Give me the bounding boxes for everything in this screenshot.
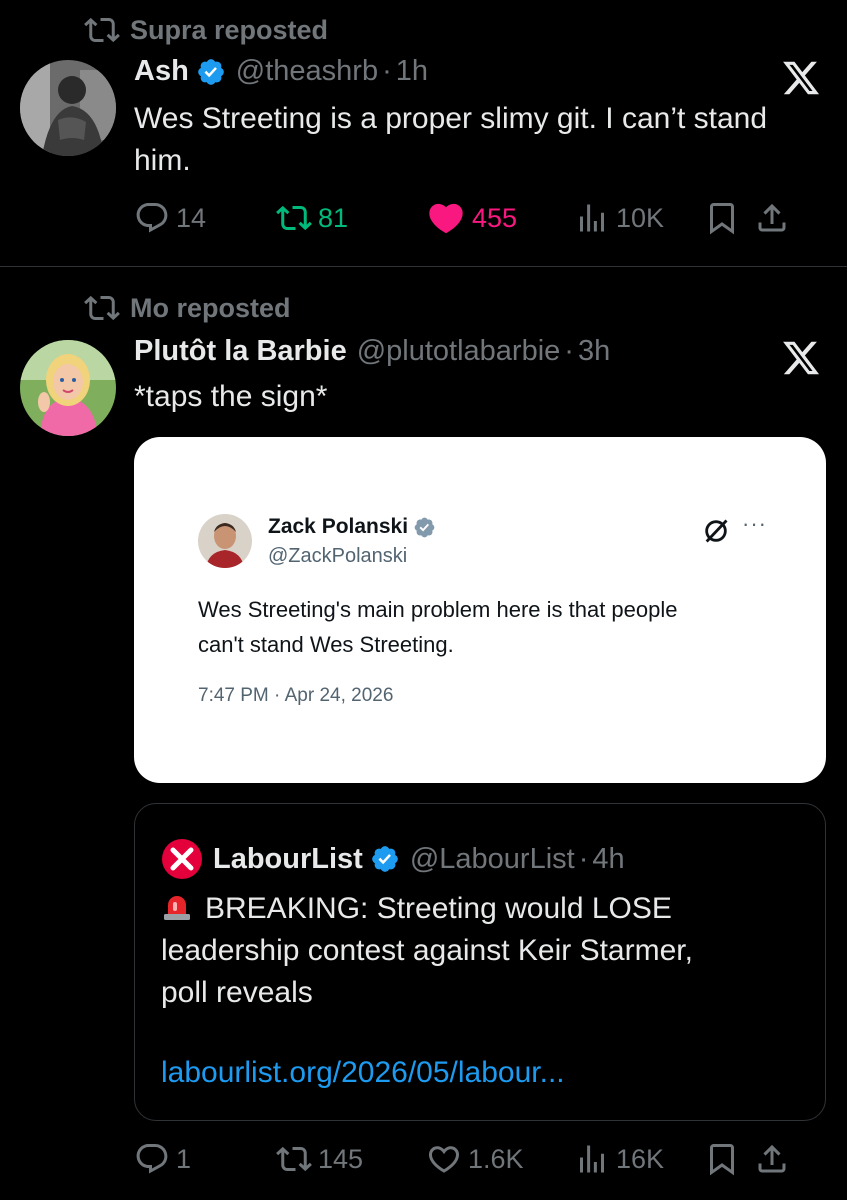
repost-icon	[276, 1146, 312, 1172]
embed-timestamp: 7:47 PM · Apr 24, 2026	[198, 685, 394, 706]
embed-text-line: Wes Streeting's main problem here is tha…	[198, 597, 678, 622]
reply-count: 14	[176, 202, 207, 233]
quote-author-name: LabourList	[213, 842, 363, 875]
repost-count: 145	[318, 1143, 364, 1174]
separator-dot: ·	[382, 55, 392, 87]
tweet-text-line: him.	[134, 144, 191, 177]
author-handle[interactable]: @theashrb	[236, 55, 378, 88]
views-icon	[580, 204, 604, 232]
avatar[interactable]	[20, 60, 116, 156]
repost-context[interactable]: Mo reposted	[84, 290, 291, 326]
reply-icon	[136, 203, 168, 233]
repost-count: 81	[318, 202, 349, 233]
like-count: 455	[472, 202, 518, 233]
tweet-text: Wes Streeting is a proper slimy git. I c…	[134, 98, 767, 182]
quote-text-line: BREAKING: Streeting would LOSE	[205, 892, 672, 925]
quote-timestamp: 4h	[592, 842, 625, 875]
embed-text-line: can't stand Wes Streeting.	[198, 632, 454, 657]
reply-icon	[136, 1144, 168, 1174]
article-link[interactable]: labourlist.org/2026/05/labour...	[161, 1056, 565, 1090]
quote-text-line: poll reveals	[161, 976, 313, 1009]
repost-context[interactable]: Supra reposted	[84, 12, 328, 48]
repost-button[interactable]: 81	[276, 200, 426, 236]
repost-button[interactable]: 145	[276, 1141, 426, 1177]
bookmark-icon	[710, 203, 734, 235]
repost-icon	[276, 205, 312, 231]
like-button[interactable]: 455	[426, 198, 574, 238]
quote-author-handle: @LabourList	[409, 842, 575, 875]
verified-icon	[372, 846, 398, 872]
siren-icon	[164, 896, 190, 920]
embedded-image-card[interactable]: Zack Polanski @ZackPolanski ··· Wes Stre…	[134, 437, 826, 783]
action-bar: 14 81 455 10K	[134, 198, 827, 238]
action-bar: 1 145 1.6K 16K	[134, 1141, 827, 1177]
tweet-text: *taps the sign*	[134, 380, 328, 413]
share-button[interactable]	[754, 1141, 794, 1177]
quote-text-line: leadership contest against Keir Starmer,	[161, 934, 693, 967]
views-icon	[580, 1145, 604, 1173]
views-button[interactable]: 10K	[574, 200, 704, 236]
x-logo-icon	[783, 61, 820, 95]
embed-text: Wes Streeting's main problem here is tha…	[198, 592, 778, 662]
author-name[interactable]: Plutôt la Barbie	[134, 335, 347, 368]
repost-label: Mo reposted	[130, 292, 291, 323]
verified-icon	[197, 58, 224, 85]
repost-icon	[84, 17, 120, 43]
embed-author-name: Zack Polanski	[268, 515, 409, 538]
embed-more-icon: ···	[742, 511, 767, 536]
verified-icon	[414, 517, 435, 537]
views-button[interactable]: 16K	[574, 1141, 704, 1177]
quote-text: BREAKING: Streeting would LOSE leadershi…	[161, 888, 801, 1014]
author-handle[interactable]: @plutotlabarbie	[357, 335, 561, 368]
separator-dot: ·	[578, 842, 589, 875]
reply-button[interactable]: 14	[134, 200, 276, 236]
view-count: 10K	[616, 202, 665, 233]
like-icon	[429, 203, 463, 234]
repost-label: Supra reposted	[130, 14, 329, 45]
grok-icon	[705, 519, 728, 543]
like-icon	[428, 1146, 460, 1173]
like-button[interactable]: 1.6K	[426, 1141, 574, 1177]
bookmark-button[interactable]	[704, 200, 754, 236]
avatar[interactable]	[20, 340, 116, 436]
author-name[interactable]: Ash	[134, 55, 189, 88]
tweet-ash[interactable]: Supra reposted Ash @theashrb · 1h Wes St…	[0, 0, 847, 266]
share-button[interactable]	[754, 200, 794, 236]
reply-button[interactable]: 1	[134, 1141, 276, 1177]
reply-count: 1	[176, 1143, 192, 1174]
like-count: 1.6K	[468, 1143, 524, 1174]
view-count: 16K	[616, 1143, 665, 1174]
timestamp[interactable]: 3h	[578, 335, 610, 368]
share-icon	[758, 1144, 786, 1173]
repost-icon	[84, 295, 120, 321]
tweet-text-line: Wes Streeting is a proper slimy git. I c…	[134, 102, 768, 135]
x-logo-icon	[783, 341, 820, 375]
embed-avatar	[198, 514, 252, 568]
share-icon	[758, 203, 786, 232]
separator-dot: ·	[564, 335, 574, 367]
timestamp[interactable]: 1h	[396, 55, 428, 88]
embed-author-handle: @ZackPolanski	[268, 545, 408, 567]
bookmark-button[interactable]	[704, 1141, 754, 1177]
bookmark-icon	[710, 1144, 734, 1176]
labourlist-logo-icon	[162, 839, 202, 879]
quoted-tweet[interactable]: LabourList @LabourList · 4h BREAKING: St…	[134, 803, 826, 1121]
